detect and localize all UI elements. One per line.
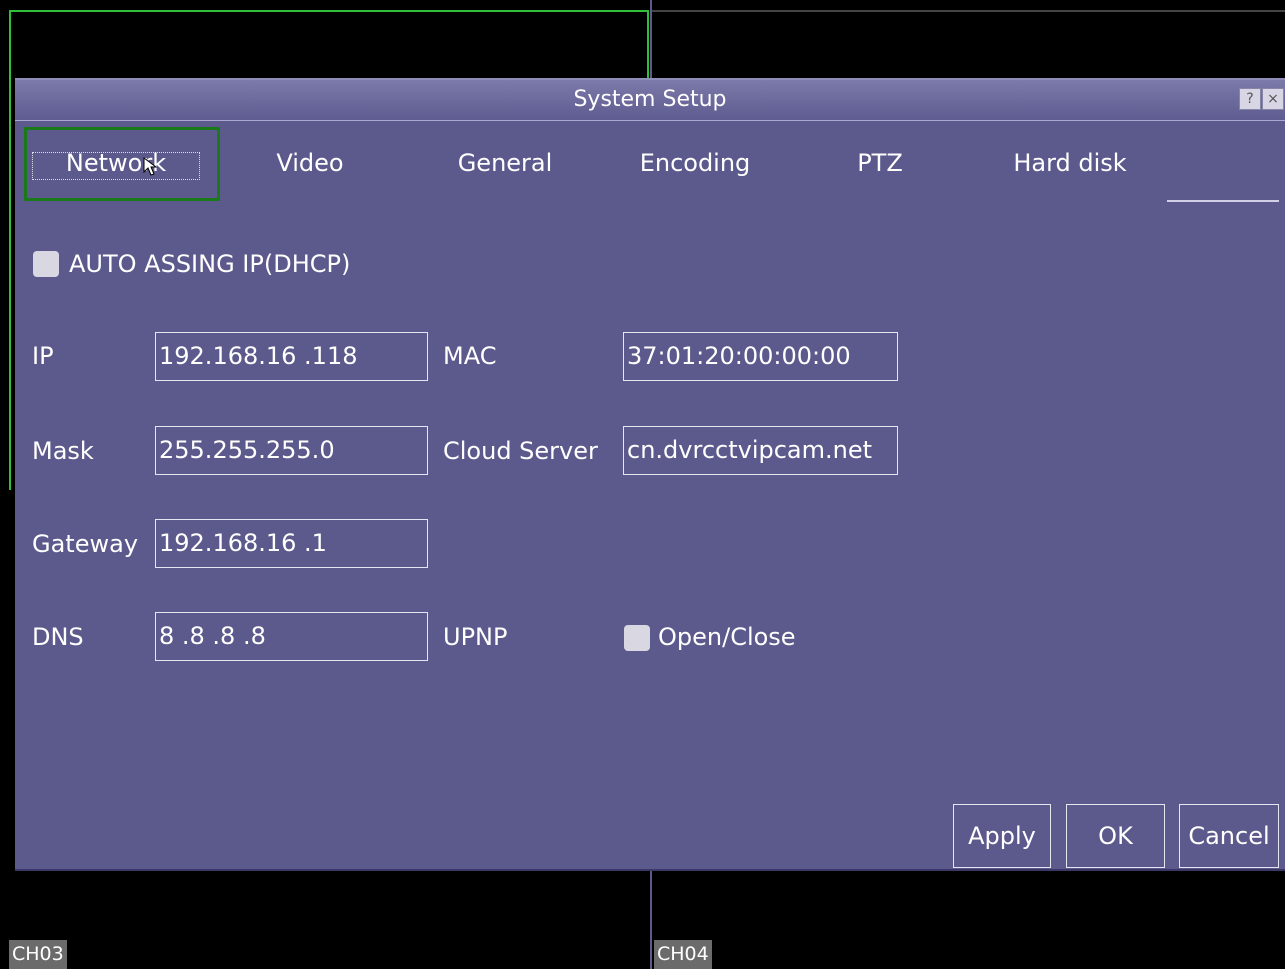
help-icon[interactable]: ?	[1239, 88, 1261, 110]
close-icon[interactable]: ×	[1262, 88, 1284, 110]
ip-field[interactable]: 192.168.16 .118	[155, 332, 428, 381]
ok-button[interactable]: OK	[1066, 804, 1165, 868]
cloud-server-field[interactable]: cn.dvrcctvipcam.net	[623, 426, 898, 475]
tab-network[interactable]: Network	[32, 138, 200, 188]
mouse-cursor-icon	[143, 157, 158, 176]
dns-field[interactable]: 8 .8 .8 .8	[155, 612, 428, 661]
dialog-title: System Setup	[573, 87, 727, 112]
upnp-checkbox[interactable]	[624, 625, 650, 651]
gateway-field[interactable]: 192.168.16 .1	[155, 519, 428, 568]
tab-hard-disk[interactable]: Hard disk	[995, 138, 1145, 188]
system-setup-dialog: System Setup ? × Network Video General E…	[15, 78, 1285, 871]
mac-label: MAC	[443, 342, 497, 370]
dialog-titlebar[interactable]: System Setup ? ×	[15, 80, 1285, 121]
dhcp-checkbox[interactable]	[33, 251, 59, 277]
dns-label: DNS	[32, 623, 84, 651]
mac-field[interactable]: 37:01:20:00:00:00	[623, 332, 898, 381]
mask-label: Mask	[32, 437, 94, 465]
gateway-label: Gateway	[32, 530, 139, 558]
cloud-server-label: Cloud Server	[443, 437, 598, 465]
tab-strip-underline	[1167, 200, 1279, 202]
dhcp-label: AUTO ASSING IP(DHCP)	[69, 250, 351, 278]
channel-label-ch04: CH04	[654, 940, 712, 969]
upnp-label: UPNP	[443, 623, 508, 651]
tab-video[interactable]: Video	[245, 138, 375, 188]
cancel-button[interactable]: Cancel	[1179, 804, 1279, 868]
upnp-toggle-label: Open/Close	[658, 623, 796, 651]
tab-encoding[interactable]: Encoding	[620, 138, 770, 188]
tab-ptz[interactable]: PTZ	[835, 138, 925, 188]
camera-top-divider	[650, 10, 1285, 12]
apply-button[interactable]: Apply	[953, 804, 1051, 868]
ip-label: IP	[32, 342, 54, 370]
tab-general[interactable]: General	[435, 138, 575, 188]
mask-field[interactable]: 255.255.255.0	[155, 426, 428, 475]
channel-label-ch03: CH03	[9, 940, 67, 969]
